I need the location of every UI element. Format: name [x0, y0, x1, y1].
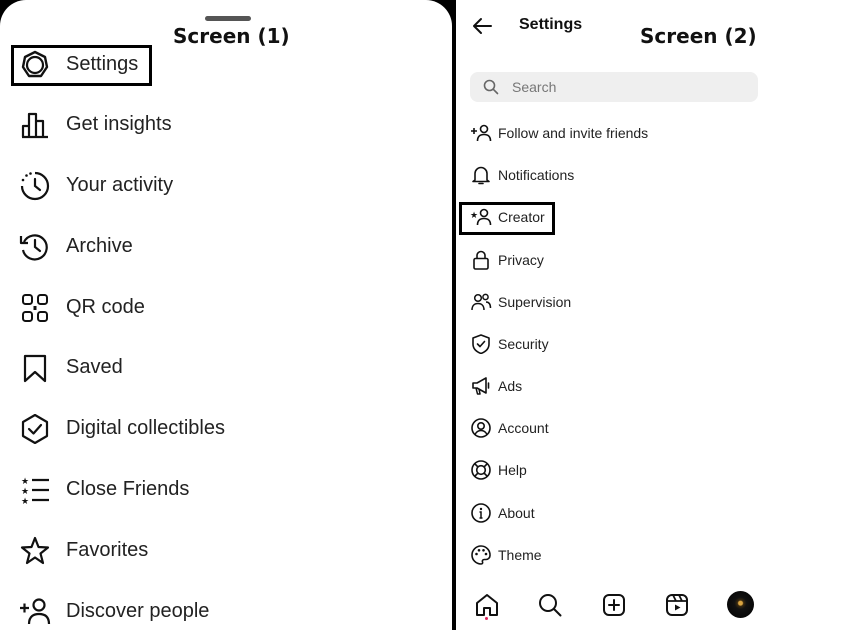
info-icon — [471, 503, 491, 523]
home-notification-dot — [485, 617, 488, 620]
svg-text:★: ★ — [21, 497, 29, 505]
settings-item-label: Supervision — [498, 294, 572, 310]
menu-item-your-activity[interactable]: Your activity — [0, 162, 452, 210]
add-person-icon — [471, 124, 492, 142]
menu-item-favorites[interactable]: Favorites — [0, 527, 452, 575]
avatar[interactable] — [727, 591, 754, 618]
menu-item-label: Discover people — [66, 600, 210, 622]
search-placeholder: Search — [512, 79, 557, 95]
star-list-icon: ★ ★ ★ — [21, 477, 49, 505]
settings-item-label: Privacy — [498, 252, 544, 268]
check-shield-icon — [21, 414, 49, 444]
svg-text:★: ★ — [21, 477, 29, 487]
menu-item-label: Get insights — [66, 113, 172, 135]
svg-text:★: ★ — [21, 487, 29, 497]
add-person-icon — [20, 598, 51, 625]
menu-item-label: Favorites — [66, 539, 149, 561]
menu-item-label: Archive — [66, 235, 133, 257]
palette-icon — [471, 545, 491, 565]
settings-item-theme[interactable]: Theme — [456, 538, 848, 572]
settings-item-label: Help — [498, 462, 527, 478]
settings-item-label: Theme — [498, 547, 542, 563]
search-icon[interactable] — [537, 592, 563, 618]
highlight-box-creator — [459, 202, 555, 235]
menu-item-digital-collectibles[interactable]: Digital collectibles — [0, 405, 452, 453]
settings-item-help[interactable]: Help — [456, 453, 848, 487]
menu-item-label: Your activity — [66, 174, 174, 196]
screen-1-panel: Screen (1) Settings Get insights Your ac… — [0, 0, 452, 630]
menu-item-label: Close Friends — [66, 478, 190, 500]
settings-item-notifications[interactable]: Notifications — [456, 158, 848, 192]
reels-icon[interactable] — [664, 592, 690, 618]
archive-history-icon — [19, 234, 48, 261]
screen-2-label: Screen (2) — [640, 24, 757, 48]
star-icon — [20, 536, 50, 565]
back-arrow-icon[interactable] — [470, 14, 494, 38]
people-icon — [471, 293, 492, 311]
insights-chart-icon — [21, 112, 48, 139]
menu-item-get-insights[interactable]: Get insights — [0, 101, 452, 149]
menu-item-discover-people[interactable]: Discover people — [0, 588, 452, 630]
bookmark-icon — [23, 354, 47, 383]
qr-code-icon — [22, 294, 48, 322]
search-icon — [483, 79, 499, 95]
menu-item-qr-code[interactable]: QR code — [0, 284, 452, 332]
settings-item-security[interactable]: Security — [456, 327, 848, 361]
account-circle-icon — [471, 418, 491, 438]
settings-item-follow-and-invite-friends[interactable]: Follow and invite friends — [456, 116, 848, 150]
shield-icon — [472, 334, 490, 354]
settings-item-label: Security — [498, 336, 549, 352]
page-title: Settings — [519, 16, 583, 33]
menu-item-label: Saved — [66, 356, 123, 378]
settings-item-about[interactable]: About — [456, 496, 848, 530]
menu-item-saved[interactable]: Saved — [0, 344, 452, 392]
menu-item-label: QR code — [66, 296, 145, 318]
bell-icon — [472, 166, 490, 185]
settings-item-account[interactable]: Account — [456, 411, 848, 445]
settings-item-ads[interactable]: Ads — [456, 369, 848, 403]
settings-item-supervision[interactable]: Supervision — [456, 285, 848, 319]
activity-clock-icon — [20, 171, 50, 201]
megaphone-icon — [472, 377, 490, 395]
bottom-nav — [456, 584, 848, 630]
highlight-box-settings — [11, 45, 152, 86]
menu-item-archive[interactable]: Archive — [0, 223, 452, 271]
settings-item-label: Follow and invite friends — [498, 125, 649, 141]
search-input[interactable]: Search — [470, 72, 758, 102]
settings-item-label: About — [498, 505, 535, 521]
lifebuoy-icon — [471, 460, 491, 480]
menu-item-close-friends[interactable]: ★ ★ ★ Close Friends — [0, 466, 452, 514]
lock-icon — [473, 250, 489, 270]
settings-item-label: Notifications — [498, 167, 575, 183]
menu-item-label: Digital collectibles — [66, 417, 225, 439]
sheet-drag-handle[interactable] — [205, 16, 251, 21]
screen-2-panel: Settings Screen (2) Search Follow and in… — [456, 0, 848, 630]
settings-item-privacy[interactable]: Privacy — [456, 243, 848, 277]
settings-item-label: Ads — [498, 378, 523, 394]
home-icon[interactable] — [474, 592, 500, 618]
plus-square-icon[interactable] — [601, 592, 627, 618]
settings-item-label: Account — [498, 420, 549, 436]
